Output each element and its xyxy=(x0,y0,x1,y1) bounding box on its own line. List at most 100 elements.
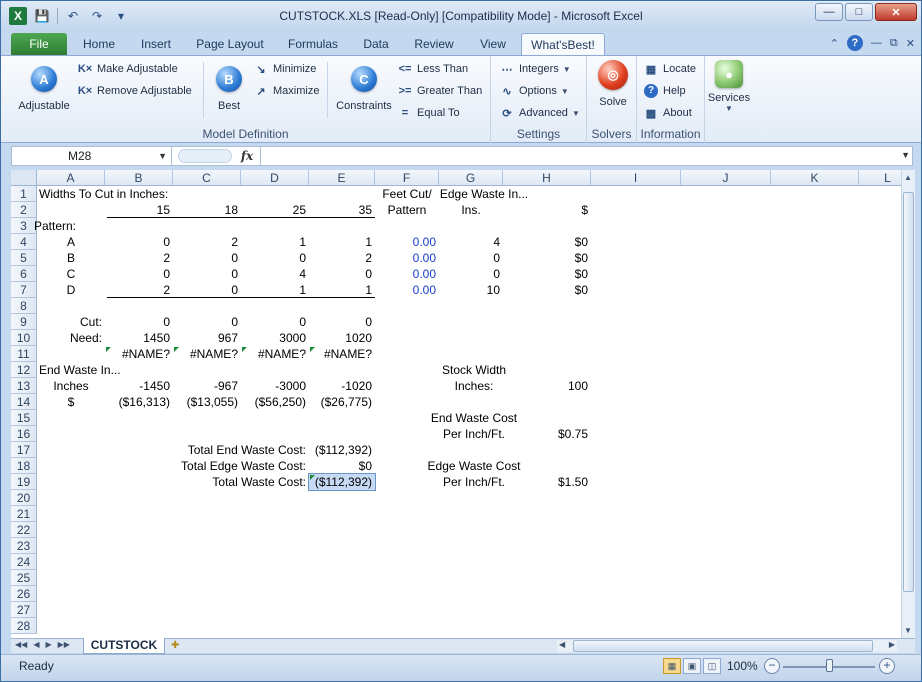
row-header-21[interactable]: 21 xyxy=(11,506,37,522)
row-header-26[interactable]: 26 xyxy=(11,586,37,602)
formula-bar-splitter[interactable] xyxy=(178,149,232,163)
cell-f2[interactable]: Pattern xyxy=(375,202,439,218)
cell-g7[interactable]: 10 xyxy=(439,282,503,298)
cell-c14[interactable]: ($13,055) xyxy=(173,394,241,410)
cell-f5[interactable]: 0.00 xyxy=(375,250,439,266)
cell-b5[interactable]: 2 xyxy=(105,250,173,266)
error-indicator-icon[interactable] xyxy=(310,347,315,352)
cell-a4[interactable]: A xyxy=(37,234,105,250)
cell-d9[interactable]: 0 xyxy=(241,314,309,330)
cell-e9[interactable]: 0 xyxy=(309,314,375,330)
cell-e13[interactable]: -1020 xyxy=(309,378,375,394)
column-header-g[interactable]: G xyxy=(439,170,503,186)
cell-h19[interactable]: $1.50 xyxy=(503,474,591,490)
cell-f6[interactable]: 0.00 xyxy=(375,266,439,282)
column-header-e[interactable]: E xyxy=(309,170,375,186)
row-header-19[interactable]: 19 xyxy=(11,474,37,490)
cell-d10[interactable]: 3000 xyxy=(241,330,309,346)
horizontal-scrollbar[interactable]: ◀ ▶ xyxy=(557,640,897,652)
cell-c2[interactable]: 18 xyxy=(173,202,241,218)
row-header-27[interactable]: 27 xyxy=(11,602,37,618)
row-header-9[interactable]: 9 xyxy=(11,314,37,330)
row-header-20[interactable]: 20 xyxy=(11,490,37,506)
column-header-h[interactable]: H xyxy=(503,170,591,186)
make-adjustable-button[interactable]: K× Make Adjustable xyxy=(77,62,178,76)
cell-c11[interactable]: #NAME? xyxy=(173,346,241,362)
cell-c5[interactable]: 0 xyxy=(173,250,241,266)
cell-g6[interactable]: 0 xyxy=(439,266,503,282)
scroll-left-icon[interactable]: ◀ xyxy=(559,640,565,649)
workbook-close-icon[interactable]: ✕ xyxy=(906,37,915,50)
cell-b13[interactable]: -1450 xyxy=(105,378,173,394)
best-button[interactable]: B Best xyxy=(209,66,249,112)
less-than-button[interactable]: <= Less Than xyxy=(397,62,469,76)
cell-h2[interactable]: $ xyxy=(503,202,591,218)
column-header-j[interactable]: J xyxy=(681,170,771,186)
name-box[interactable]: M28 ▼ xyxy=(12,147,172,165)
cell-b10[interactable]: 1450 xyxy=(105,330,173,346)
tab-view[interactable]: View xyxy=(473,33,513,55)
cell-a12[interactable]: End Waste In... xyxy=(37,362,237,378)
tab-review[interactable]: Review xyxy=(409,33,459,55)
zoom-in-icon[interactable]: + xyxy=(879,658,895,674)
cell-b11[interactable]: #NAME? xyxy=(105,346,173,362)
insert-sheet-icon[interactable]: ✚ xyxy=(171,640,179,651)
constraints-button[interactable]: C Constraints xyxy=(331,66,397,112)
row-header-16[interactable]: 16 xyxy=(11,426,37,442)
row-header-22[interactable]: 22 xyxy=(11,522,37,538)
cell-b9[interactable]: 0 xyxy=(105,314,173,330)
cell-c4[interactable]: 2 xyxy=(173,234,241,250)
page-layout-view-icon[interactable]: ▣ xyxy=(683,658,701,674)
cell-c10[interactable]: 967 xyxy=(173,330,241,346)
cell-g1[interactable]: Edge Waste In... xyxy=(419,186,549,202)
row-header-11[interactable]: 11 xyxy=(11,346,37,362)
cell-g2[interactable]: Ins. xyxy=(439,202,503,218)
cell-g5[interactable]: 0 xyxy=(439,250,503,266)
cell-c7[interactable]: 0 xyxy=(173,282,241,298)
cell-d11[interactable]: #NAME? xyxy=(241,346,309,362)
scroll-down-icon[interactable]: ▼ xyxy=(904,626,912,635)
cell-e7[interactable]: 1 xyxy=(309,282,375,298)
vertical-scroll-thumb[interactable] xyxy=(903,192,914,592)
row-header-14[interactable]: 14 xyxy=(11,394,37,410)
solve-button[interactable]: ◎ Solve xyxy=(593,60,633,108)
select-all-corner[interactable] xyxy=(11,170,37,186)
scroll-right-icon[interactable]: ▶ xyxy=(889,640,895,649)
equal-to-button[interactable]: = Equal To xyxy=(397,106,460,120)
formula-input[interactable] xyxy=(260,147,894,165)
close-window-button[interactable]: ✕ xyxy=(875,3,917,21)
collapse-ribbon-icon[interactable]: ⌃ xyxy=(830,37,839,50)
cell-h7[interactable]: $0 xyxy=(503,282,591,298)
cell-a3[interactable]: Pattern: xyxy=(21,218,89,234)
error-indicator-icon[interactable] xyxy=(106,347,111,352)
cell-e4[interactable]: 1 xyxy=(309,234,375,250)
restore-window-button[interactable]: □ xyxy=(845,3,873,21)
normal-view-icon[interactable]: ▦ xyxy=(663,658,681,674)
advanced-button[interactable]: ⟳ Advanced ▼ xyxy=(499,106,579,120)
prev-sheet-icon[interactable]: ◀ xyxy=(33,640,39,649)
cell-f4[interactable]: 0.00 xyxy=(375,234,439,250)
row-header-12[interactable]: 12 xyxy=(11,362,37,378)
options-button[interactable]: ∿ Options ▼ xyxy=(499,84,568,98)
tab-page-layout[interactable]: Page Layout xyxy=(193,33,267,55)
row-header-4[interactable]: 4 xyxy=(11,234,37,250)
cell-a1[interactable]: Widths To Cut in Inches: xyxy=(37,186,237,202)
cell-a13[interactable]: Inches xyxy=(37,378,105,394)
adjustable-button[interactable]: A Adjustable xyxy=(11,66,77,112)
row-header-8[interactable]: 8 xyxy=(11,298,37,314)
workbook-minimize-icon[interactable]: — xyxy=(871,37,882,49)
cell-c19[interactable]: Total Waste Cost: xyxy=(93,474,309,490)
cell-g18[interactable]: Edge Waste Cost xyxy=(409,458,539,474)
last-sheet-icon[interactable]: ▶▶ xyxy=(58,640,70,649)
row-header-24[interactable]: 24 xyxy=(11,554,37,570)
column-header-k[interactable]: K xyxy=(771,170,859,186)
tab-whatsbest[interactable]: What'sBest! xyxy=(521,33,605,55)
worksheet-grid[interactable]: A B C D E F G H I J K L 1 2 3 4 5 6 7 8 9 10 11 12 13 14 15 16 17 18 1… xyxy=(11,170,901,638)
row-header-28[interactable]: 28 xyxy=(11,618,37,634)
row-header-23[interactable]: 23 xyxy=(11,538,37,554)
row-header-7[interactable]: 7 xyxy=(11,282,37,298)
vertical-scrollbar[interactable]: ▲ ▼ xyxy=(901,170,915,638)
cell-a7[interactable]: D xyxy=(37,282,105,298)
zoom-level[interactable]: 100% xyxy=(727,659,758,673)
tab-formulas[interactable]: Formulas xyxy=(283,33,343,55)
